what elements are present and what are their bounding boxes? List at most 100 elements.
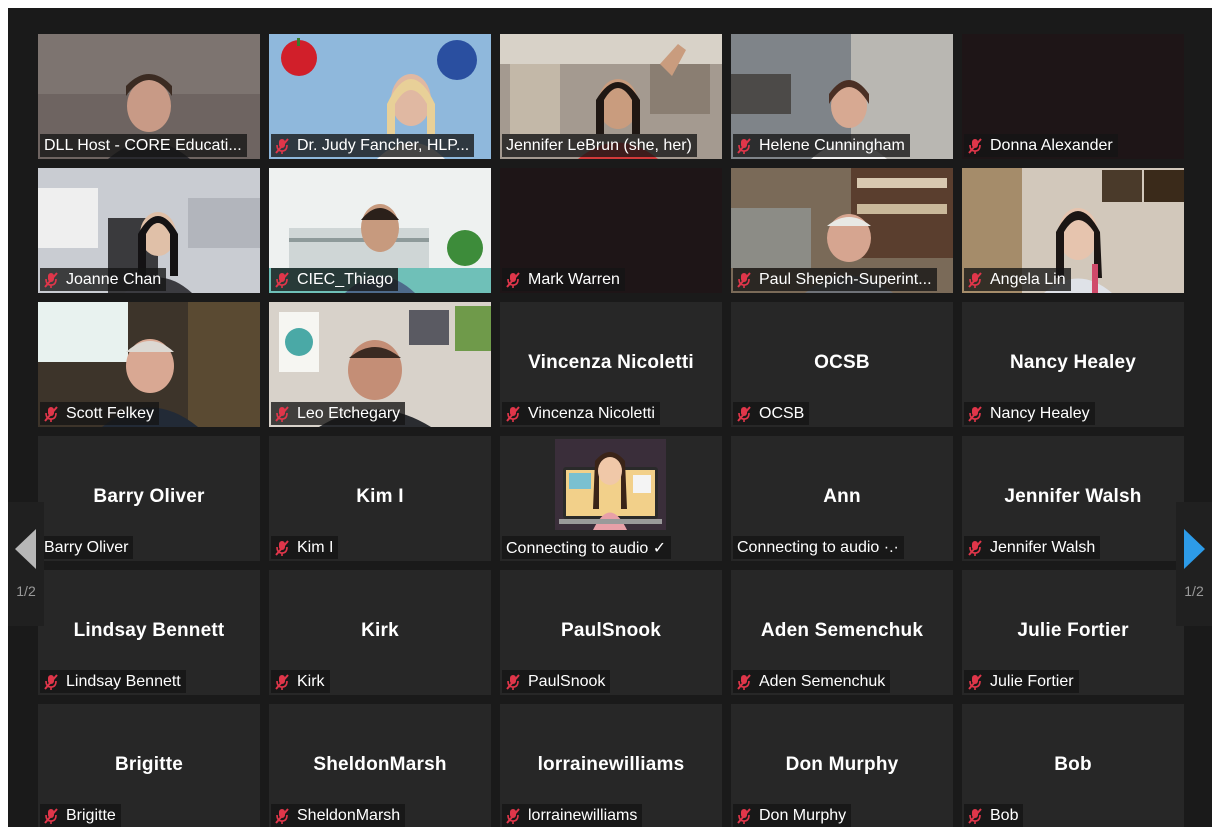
participant-tile[interactable]: Kirk Kirk	[269, 570, 491, 695]
muted-microphone-icon	[275, 405, 289, 422]
participant-name-label: Don Murphy	[759, 806, 847, 824]
participant-name-tag: Don Murphy	[733, 804, 852, 827]
participant-display-name: Kirk	[361, 620, 399, 641]
participant-name-label: Connecting to audio ·.·	[737, 538, 899, 556]
participant-tile[interactable]: Helene Cunningham	[731, 34, 953, 159]
participant-tile[interactable]: Barry Oliver Barry Oliver	[38, 436, 260, 561]
previous-page-arrow-icon	[15, 529, 36, 569]
participant-tile[interactable]: Vincenza Nicoletti Vincenza Nicoletti	[500, 302, 722, 427]
participant-name-label: OCSB	[759, 404, 805, 422]
participant-name-label: Mark Warren	[528, 270, 620, 288]
muted-microphone-icon	[275, 137, 289, 154]
participant-tile[interactable]: Jennifer Walsh Jennifer Walsh	[962, 436, 1184, 561]
participant-name-tag: Dr. Judy Fancher, HLP...	[271, 134, 475, 157]
muted-microphone-icon	[275, 539, 289, 556]
participant-name-label: Bob	[990, 806, 1019, 824]
muted-microphone-icon	[968, 271, 982, 288]
muted-microphone-icon	[737, 137, 751, 154]
participant-tile[interactable]: Joanne Chan	[38, 168, 260, 293]
participant-display-name: lorrainewilliams	[537, 754, 685, 775]
participant-tile[interactable]: Ann Connecting to audio ·.·	[731, 436, 953, 561]
participant-name-label: Helene Cunningham	[759, 136, 905, 154]
participant-name-label: Scott Felkey	[66, 404, 155, 422]
participant-name-tag: DLL Host - CORE Educati...	[40, 134, 247, 157]
participant-tile[interactable]: OCSB OCSB	[731, 302, 953, 427]
participant-name-tag: Leo Etchegary	[271, 402, 406, 425]
participant-name-tag: Aden Semenchuk	[733, 670, 891, 693]
participant-tile[interactable]: Brigitte Brigitte	[38, 704, 260, 827]
participant-display-name: Lindsay Bennett	[73, 620, 225, 641]
muted-microphone-icon	[968, 137, 982, 154]
participant-tile[interactable]: Donna Alexander	[962, 34, 1184, 159]
muted-microphone-icon	[44, 271, 58, 288]
muted-microphone-icon	[275, 807, 289, 824]
participant-name-label: Connecting to audio ✓	[506, 539, 667, 557]
participant-tile[interactable]: PaulSnook PaulSnook	[500, 570, 722, 695]
participant-display-name: Vincenza Nicoletti	[528, 352, 694, 373]
next-page-button[interactable]: 1/2	[1176, 502, 1212, 626]
next-page-arrow-icon	[1184, 529, 1205, 569]
participant-name-label: PaulSnook	[528, 672, 606, 690]
participant-tile[interactable]: lorrainewilliams lorrainewilliams	[500, 704, 722, 827]
participant-name-label: Kim I	[297, 538, 334, 556]
participant-display-name: Jennifer Walsh	[1004, 486, 1142, 507]
participant-name-tag: OCSB	[733, 402, 810, 425]
participant-name-tag: Helene Cunningham	[733, 134, 910, 157]
muted-microphone-icon	[506, 673, 520, 690]
participant-tile[interactable]: Mark Warren	[500, 168, 722, 293]
participant-tile[interactable]: Julie Fortier Julie Fortier	[962, 570, 1184, 695]
participant-tile[interactable]: Connecting to audio ✓	[500, 436, 722, 561]
muted-microphone-icon	[968, 539, 982, 556]
participant-avatar	[555, 439, 666, 530]
muted-microphone-icon	[275, 271, 289, 288]
participant-tile[interactable]: CIEC_Thiago	[269, 168, 491, 293]
participant-display-name: Barry Oliver	[93, 486, 205, 507]
participant-name-label: Jennifer LeBrun (she, her)	[506, 136, 692, 154]
participant-name-tag: CIEC_Thiago	[271, 268, 399, 291]
participant-name-label: Donna Alexander	[990, 136, 1113, 154]
participant-tile[interactable]: Dr. Judy Fancher, HLP...	[269, 34, 491, 159]
participant-name-tag: Bob	[964, 804, 1024, 827]
participant-tile[interactable]: Paul Shepich-Superint...	[731, 168, 953, 293]
participant-tile[interactable]: Don Murphy Don Murphy	[731, 704, 953, 827]
participant-name-tag: Connecting to audio ✓	[502, 536, 672, 559]
participant-grid: DLL Host - CORE Educati... Dr. Judy Fanch…	[38, 34, 1184, 827]
page-indicator-left: 1/2	[16, 583, 36, 599]
participant-tile[interactable]: Bob Bob	[962, 704, 1184, 827]
participant-name-tag: lorrainewilliams	[502, 804, 643, 827]
participant-name-label: Brigitte	[66, 806, 116, 824]
participant-name-tag: Mark Warren	[502, 268, 625, 291]
participant-display-name: Ann	[823, 486, 861, 507]
muted-microphone-icon	[737, 271, 751, 288]
muted-microphone-icon	[737, 807, 751, 824]
muted-microphone-icon	[44, 405, 58, 422]
participant-tile[interactable]: Kim I Kim I	[269, 436, 491, 561]
muted-microphone-icon	[737, 673, 751, 690]
participant-tile[interactable]: DLL Host - CORE Educati...	[38, 34, 260, 159]
participant-display-name: Brigitte	[114, 754, 184, 775]
participant-name-tag: Connecting to audio ·.·	[733, 536, 904, 559]
muted-microphone-icon	[275, 673, 289, 690]
participant-tile[interactable]: SheldonMarsh SheldonMarsh	[269, 704, 491, 827]
muted-microphone-icon	[737, 405, 751, 422]
participant-name-tag: SheldonMarsh	[271, 804, 406, 827]
participant-tile[interactable]: Angela Lin	[962, 168, 1184, 293]
muted-microphone-icon	[506, 807, 520, 824]
previous-page-button[interactable]: 1/2	[8, 502, 44, 626]
participant-name-tag: Paul Shepich-Superint...	[733, 268, 937, 291]
participant-name-tag: Joanne Chan	[40, 268, 167, 291]
participant-name-tag: Vincenza Nicoletti	[502, 402, 660, 425]
participant-tile[interactable]: Leo Etchegary	[269, 302, 491, 427]
participant-tile[interactable]: Aden Semenchuk Aden Semenchuk	[731, 570, 953, 695]
participant-tile[interactable]: Scott Felkey	[38, 302, 260, 427]
participant-display-name: Don Murphy	[785, 754, 899, 775]
participant-tile[interactable]: Jennifer LeBrun (she, her)	[500, 34, 722, 159]
participant-name-tag: Scott Felkey	[40, 402, 160, 425]
participant-name-label: Joanne Chan	[66, 270, 162, 288]
participant-tile[interactable]: Lindsay Bennett Lindsay Bennett	[38, 570, 260, 695]
participant-name-label: SheldonMarsh	[297, 806, 401, 824]
muted-microphone-icon	[44, 807, 58, 824]
participant-name-tag: Barry Oliver	[40, 536, 134, 559]
participant-name-label: Lindsay Bennett	[66, 672, 181, 690]
participant-tile[interactable]: Nancy Healey Nancy Healey	[962, 302, 1184, 427]
